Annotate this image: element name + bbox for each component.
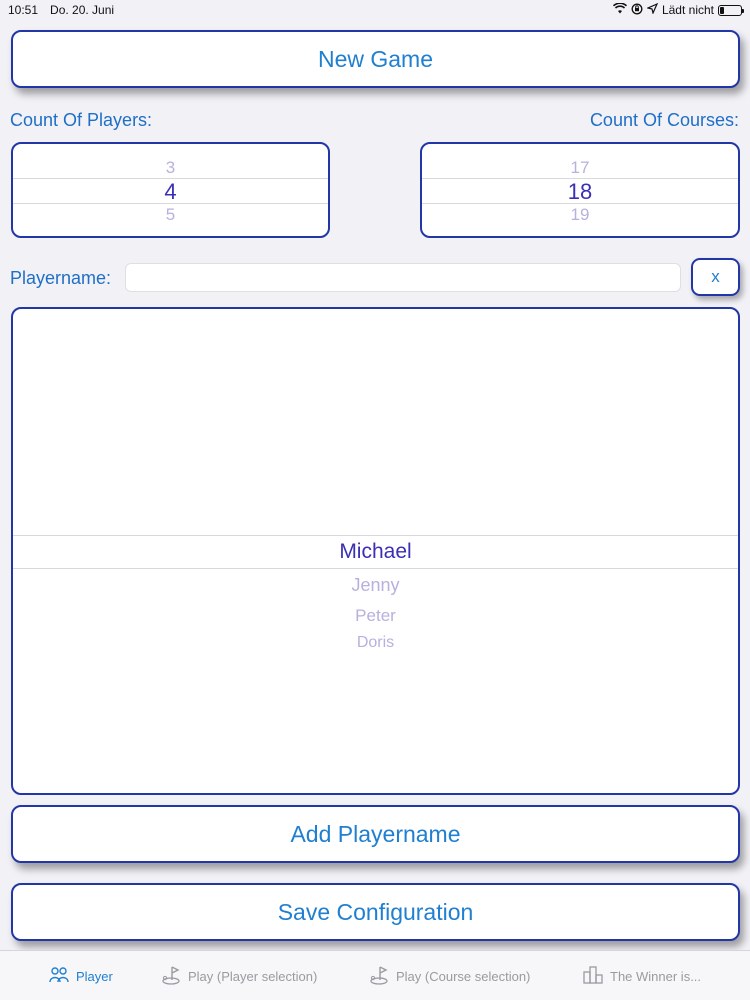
player-list-item[interactable]: Doris bbox=[13, 634, 738, 652]
tab-player[interactable]: Player bbox=[48, 951, 113, 1000]
battery-icon bbox=[718, 4, 744, 16]
golf-flag-icon bbox=[160, 964, 182, 989]
add-playername-button[interactable]: Add Playername bbox=[11, 805, 740, 863]
golf-flag-icon bbox=[368, 964, 390, 989]
count-of-players-label: Count Of Players: bbox=[10, 110, 153, 130]
orientation-lock-icon bbox=[631, 3, 643, 18]
count-of-courses-label: Count Of Courses: bbox=[589, 110, 739, 130]
picker-row-selected[interactable]: 18 bbox=[422, 179, 738, 205]
player-list-item[interactable]: Jenny bbox=[13, 575, 738, 596]
location-arrow-icon bbox=[646, 2, 659, 17]
status-bar: 10:51 Do. 20. Juni Lädt nicht bbox=[0, 0, 750, 20]
screen: 10:51 Do. 20. Juni Lädt nicht New Game C… bbox=[0, 0, 750, 1000]
picker-row-above[interactable]: 17 bbox=[422, 158, 738, 178]
tab-the-winner-is[interactable]: The Winner is... bbox=[582, 951, 701, 1000]
picker-row-above[interactable]: 3 bbox=[13, 158, 328, 178]
count-of-players-picker[interactable]: 3 4 5 bbox=[11, 142, 330, 238]
tab-play-player-selection[interactable]: Play (Player selection) bbox=[160, 951, 317, 1000]
player-list-picker[interactable]: Michael Jenny Peter Doris bbox=[11, 307, 740, 795]
clear-playername-button[interactable]: x bbox=[691, 258, 740, 296]
charge-status-text: Lädt nicht bbox=[661, 3, 714, 17]
status-time: 10:51 bbox=[8, 3, 39, 17]
tab-label: The Winner is... bbox=[610, 968, 702, 984]
save-configuration-button[interactable]: Save Configuration bbox=[11, 883, 740, 941]
count-of-courses-picker[interactable]: 17 18 19 bbox=[420, 142, 740, 238]
podium-icon bbox=[582, 964, 604, 989]
player-list-selected[interactable]: Michael bbox=[13, 540, 738, 564]
status-date: Do. 20. Juni bbox=[50, 3, 115, 17]
tab-label: Player bbox=[76, 968, 113, 984]
wifi-icon bbox=[612, 2, 628, 17]
battery-level-fill bbox=[720, 6, 724, 14]
playername-input[interactable] bbox=[125, 263, 681, 292]
tab-label: Play (Course selection) bbox=[396, 968, 531, 984]
picker-row-below[interactable]: 19 bbox=[422, 205, 738, 225]
playername-label: Playername: bbox=[10, 268, 112, 288]
new-game-button[interactable]: New Game bbox=[11, 30, 740, 88]
picker-row-below[interactable]: 5 bbox=[13, 205, 328, 225]
picker-row-selected[interactable]: 4 bbox=[13, 179, 328, 205]
tab-label: Play (Player selection) bbox=[188, 968, 318, 984]
player-list-item[interactable]: Peter bbox=[13, 606, 738, 626]
tab-play-course-selection[interactable]: Play (Course selection) bbox=[368, 951, 530, 1000]
players-icon bbox=[48, 964, 70, 989]
tab-bar: Player Play (Player selection) Play (Cou… bbox=[0, 950, 750, 1000]
